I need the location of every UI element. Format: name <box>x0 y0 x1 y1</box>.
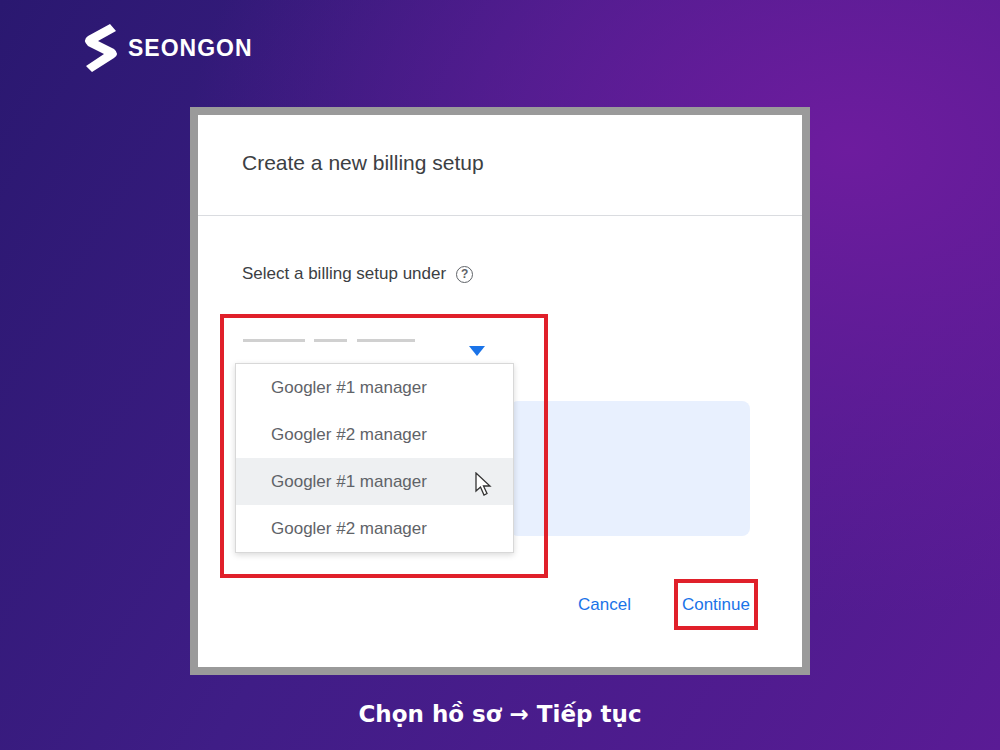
placeholder-mark <box>357 339 415 342</box>
placeholder-mark <box>314 339 347 342</box>
dropdown-option[interactable]: Googler #2 manager <box>236 411 513 458</box>
logo-text: SEONGON <box>128 35 253 62</box>
dropdown-annotation: Googler #1 managerGoogler #2 managerGoog… <box>220 314 548 578</box>
dropdown-option[interactable]: Googler #2 manager <box>236 505 513 552</box>
dialog-button[interactable]: Continue <box>682 595 750 615</box>
page: SEONGON Create a new billing setup Select … <box>0 0 1000 750</box>
caption: Chọn hồ sơ → Tiếp tục <box>358 701 641 727</box>
dropdown-arrow-icon <box>469 346 485 356</box>
button-annotation: Cancel <box>570 579 639 630</box>
field-label: Select a billing setup under <box>242 264 446 284</box>
dialog-button[interactable]: Cancel <box>578 595 631 615</box>
dialog-title: Create a new billing setup <box>242 151 484 174</box>
dropdown[interactable] <box>224 318 544 358</box>
button-annotation: Continue <box>674 579 758 630</box>
dialog-body: Select a billing setup under? Googler #1 … <box>198 216 802 667</box>
dropdown-option[interactable]: Googler #1 manager <box>236 364 513 411</box>
dropdown-menu: Googler #1 managerGoogler #2 managerGoog… <box>235 363 514 553</box>
logo: SEONGON <box>80 20 253 76</box>
logo-s-icon <box>80 22 120 74</box>
dialog: Create a new billing setup Select a billi… <box>198 115 802 667</box>
label-row: Select a billing setup under? <box>198 262 802 286</box>
screenshot-frame: Create a new billing setup Select a billi… <box>190 107 810 675</box>
dialog-footer: Cancel Continue <box>198 579 802 630</box>
dialog-header: Create a new billing setup <box>198 115 802 215</box>
dropdown-option[interactable]: Googler #1 manager <box>236 458 513 505</box>
placeholder-mark <box>243 339 305 342</box>
divider <box>198 215 802 216</box>
help-icon[interactable]: ? <box>456 266 473 283</box>
mouse-cursor-icon <box>475 472 493 496</box>
